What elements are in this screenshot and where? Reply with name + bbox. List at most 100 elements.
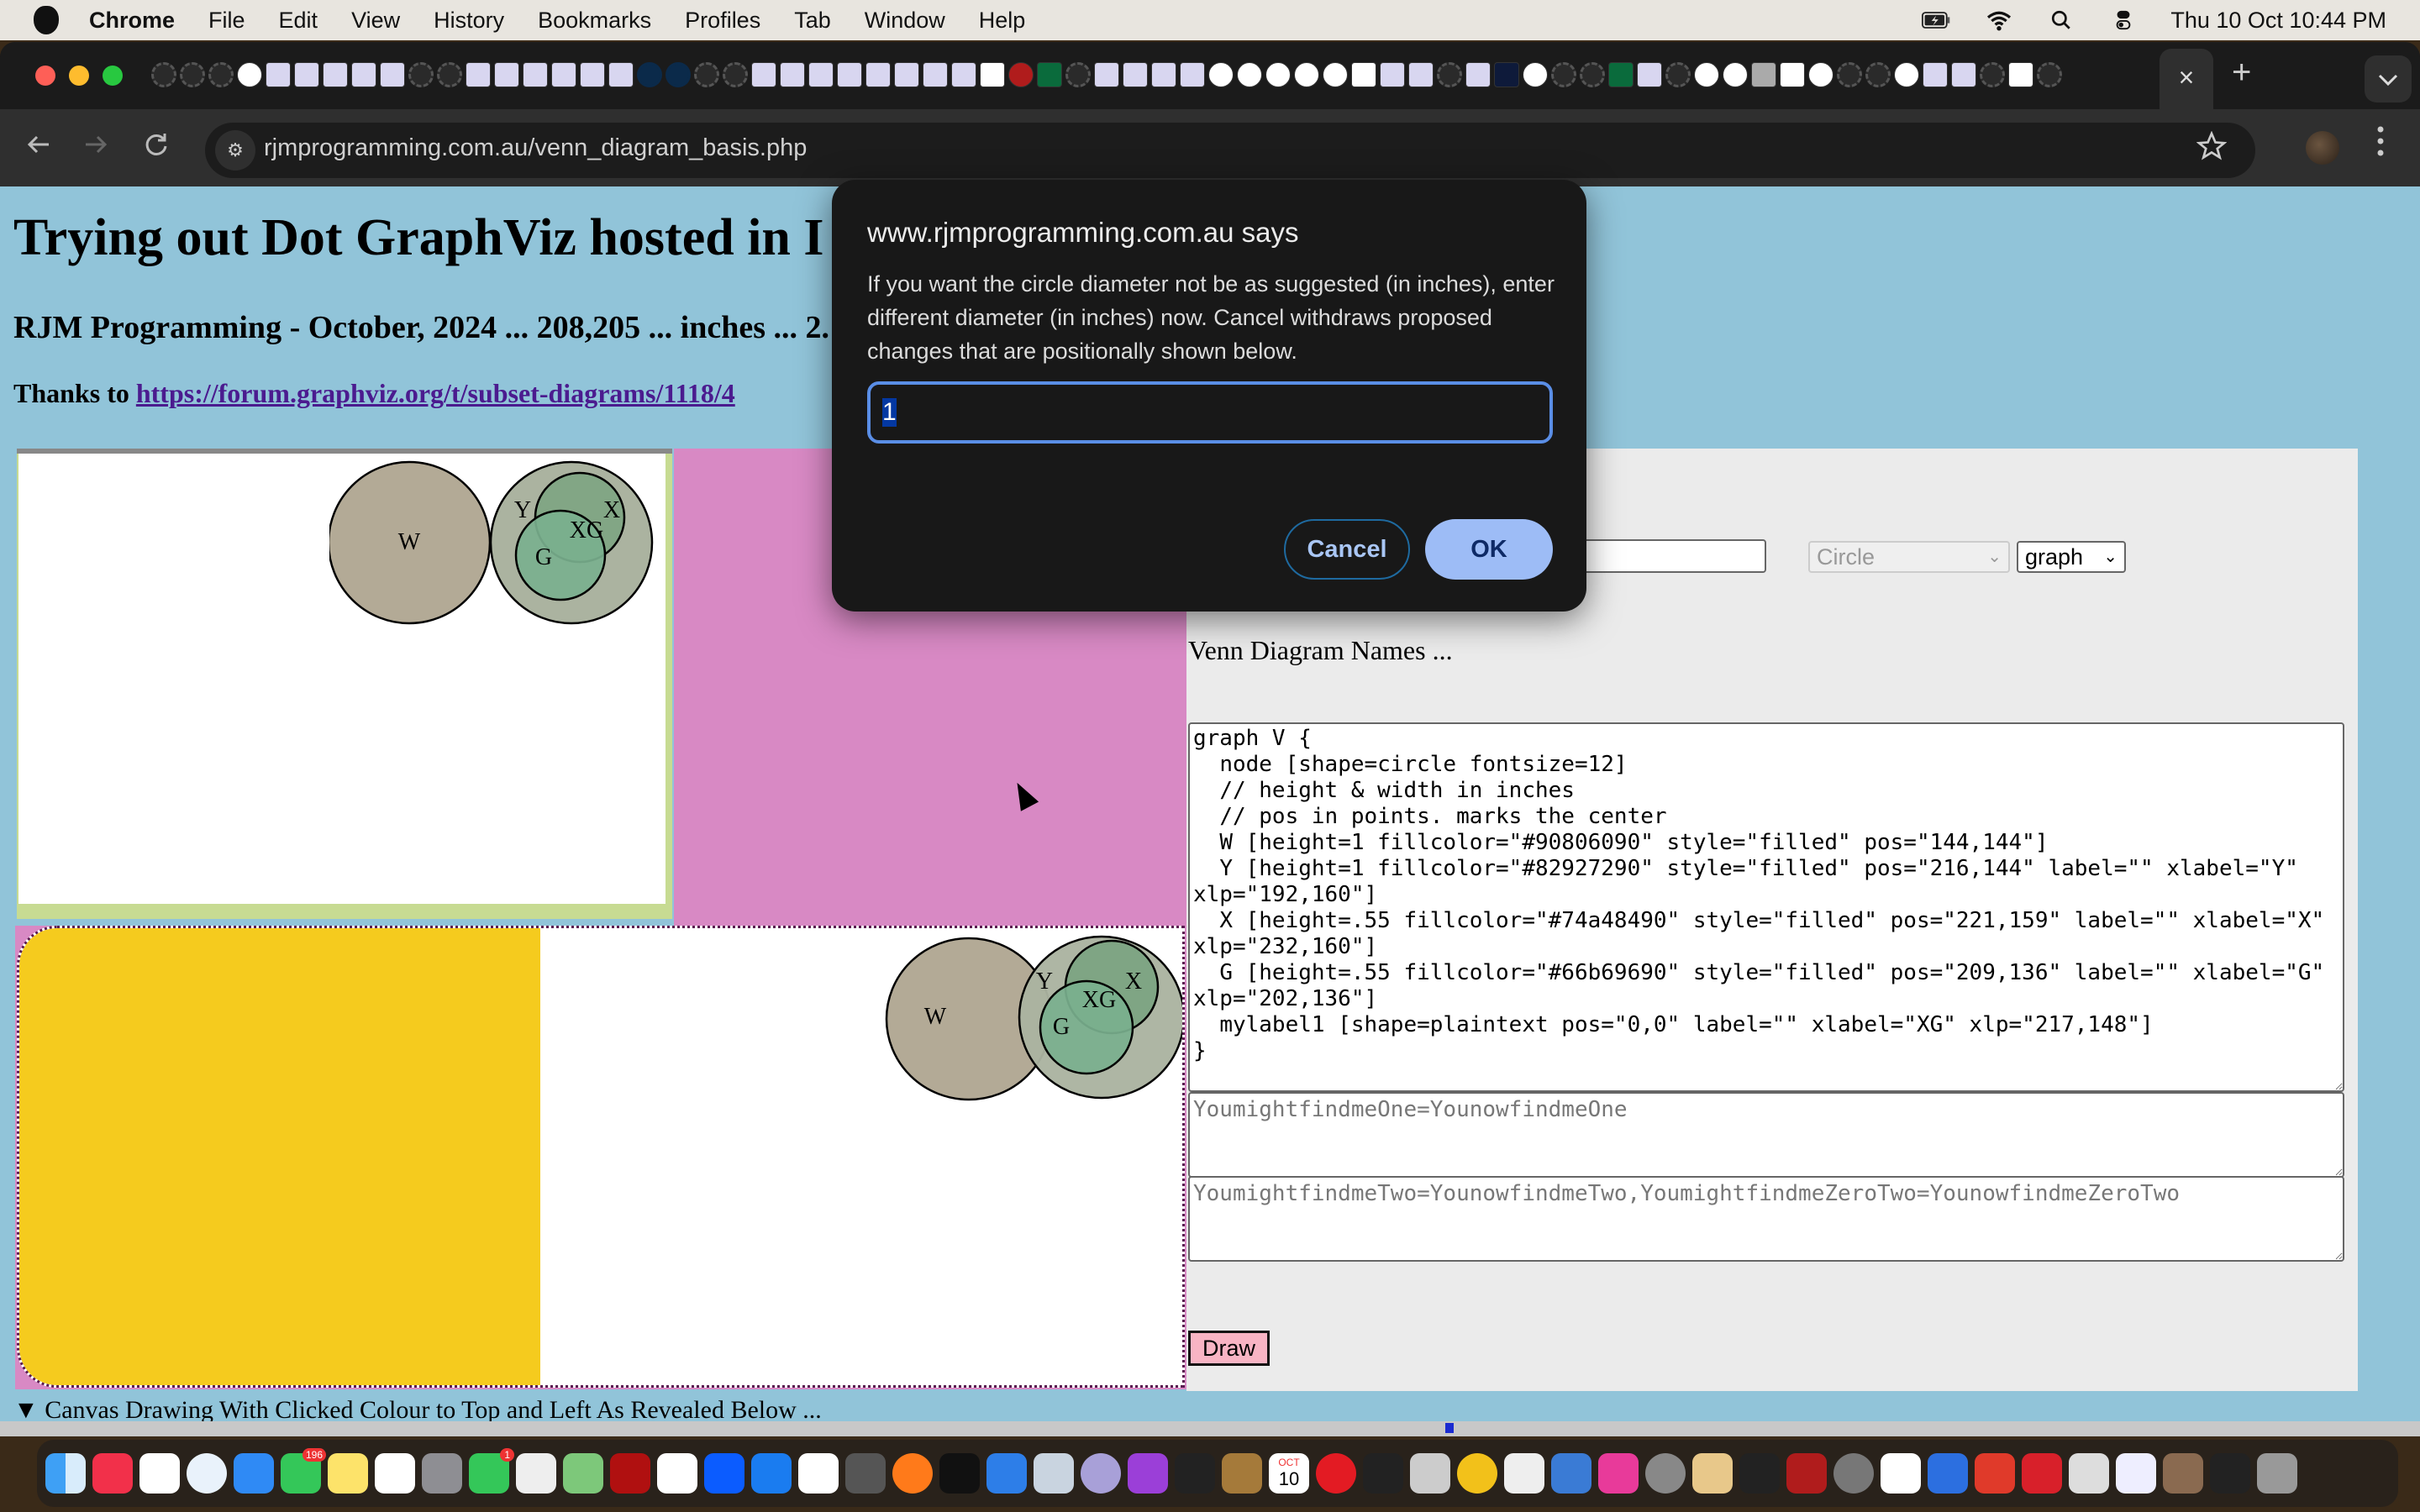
gimp-icon[interactable] <box>845 1453 886 1494</box>
tab-favicon-w3schools[interactable] <box>1608 62 1634 87</box>
tab-favicon[interactable] <box>1751 62 1776 87</box>
tab-favicon[interactable] <box>1094 62 1119 87</box>
tab-favicon[interactable] <box>551 62 576 87</box>
close-window-button[interactable] <box>35 66 55 86</box>
tab-favicon[interactable] <box>380 62 405 87</box>
menu-bookmarks[interactable]: Bookmarks <box>538 8 651 34</box>
replacements-one-textarea[interactable] <box>1188 1092 2344 1178</box>
tab-favicon-google[interactable] <box>1294 62 1319 87</box>
more-menu-icon[interactable] <box>2376 124 2385 158</box>
calendar-icon[interactable]: OCT 10 <box>1269 1453 1309 1494</box>
graphviz-forum-link[interactable]: https://forum.graphviz.org/t/subset-diag… <box>136 378 735 408</box>
tab-favicon[interactable] <box>637 62 662 87</box>
tab-favicon[interactable] <box>666 62 691 87</box>
reload-icon[interactable] <box>141 129 171 160</box>
zoom-window-button[interactable] <box>103 66 123 86</box>
recent-window-icon[interactable] <box>2116 1453 2156 1494</box>
tab-favicon[interactable] <box>1837 62 1862 87</box>
terminal-exec-icon[interactable] <box>1739 1453 1780 1494</box>
freeform-icon[interactable] <box>375 1453 415 1494</box>
tab-favicon[interactable] <box>466 62 491 87</box>
notes-icon[interactable] <box>328 1453 368 1494</box>
maps-icon[interactable] <box>563 1453 603 1494</box>
ok-button[interactable]: OK <box>1425 519 1553 580</box>
menu-view[interactable]: View <box>351 8 400 34</box>
replacements-two-textarea[interactable] <box>1188 1176 2344 1262</box>
podcasts-icon[interactable] <box>1128 1453 1168 1494</box>
tab-favicon[interactable] <box>351 62 376 87</box>
site-settings-icon[interactable]: ⚙ <box>215 130 255 171</box>
tab-favicon[interactable] <box>1380 62 1405 87</box>
tab-favicon[interactable] <box>523 62 548 87</box>
active-tab-close-button[interactable]: × <box>2160 49 2213 109</box>
tab-favicon[interactable] <box>837 62 862 87</box>
profile-avatar[interactable] <box>2306 131 2339 165</box>
tab-favicon[interactable] <box>780 62 805 87</box>
tab-favicon[interactable] <box>1465 62 1491 87</box>
menu-history[interactable]: History <box>434 8 504 34</box>
battery-charging-icon[interactable] <box>1922 9 1952 31</box>
tab-favicon[interactable] <box>1665 62 1691 87</box>
downloads-stack-icon[interactable] <box>2069 1453 2109 1494</box>
tab-favicon[interactable] <box>1494 62 1519 87</box>
tools-icon[interactable] <box>1928 1453 1968 1494</box>
dot-code-textarea[interactable] <box>1188 722 2344 1092</box>
menu-file[interactable]: File <box>208 8 245 34</box>
recent-window-icon[interactable] <box>2163 1453 2203 1494</box>
tab-favicon[interactable] <box>1437 62 1462 87</box>
tab-favicon[interactable] <box>980 62 1005 87</box>
inkscape-icon[interactable] <box>1881 1453 1921 1494</box>
system-settings-icon[interactable] <box>1645 1453 1686 1494</box>
paint-icon[interactable] <box>1692 1453 1733 1494</box>
intellij-icon[interactable] <box>1598 1453 1639 1494</box>
calculator-icon[interactable] <box>1410 1453 1450 1494</box>
new-tab-button[interactable]: + <box>2232 54 2251 92</box>
venn-diagram-canvas[interactable]: W Y X XG G <box>885 935 1185 1103</box>
finder-icon[interactable] <box>45 1453 86 1494</box>
tab-favicon-google[interactable] <box>1323 62 1348 87</box>
tab-favicon[interactable] <box>580 62 605 87</box>
menu-app-chrome[interactable]: Chrome <box>89 8 175 34</box>
tab-favicon-google[interactable] <box>1723 62 1748 87</box>
xcode-icon[interactable] <box>986 1453 1027 1494</box>
minimize-window-button[interactable] <box>69 66 89 86</box>
tab-favicon-wikipedia[interactable] <box>1808 62 1833 87</box>
zoom-icon[interactable] <box>704 1453 744 1494</box>
tab-favicon[interactable] <box>1951 62 1976 87</box>
bookmark-star-icon[interactable] <box>2196 131 2227 161</box>
opera-icon[interactable] <box>1316 1453 1356 1494</box>
mamp-icon[interactable] <box>1833 1453 1874 1494</box>
tab-favicon[interactable] <box>1351 62 1376 87</box>
url-text[interactable]: rjmprogramming.com.au/venn_diagram_basis… <box>264 134 807 162</box>
firefox-icon[interactable] <box>892 1453 933 1494</box>
menu-window[interactable]: Window <box>865 8 945 34</box>
photo-booth-icon[interactable] <box>2022 1453 2062 1494</box>
mail-icon[interactable] <box>234 1453 274 1494</box>
tab-favicon[interactable] <box>437 62 462 87</box>
tab-favicon[interactable] <box>266 62 291 87</box>
tab-favicon-quora[interactable] <box>1008 62 1034 87</box>
tab-favicon[interactable] <box>323 62 348 87</box>
document-icon[interactable] <box>1504 1453 1544 1494</box>
tab-favicon[interactable] <box>1551 62 1576 87</box>
tab-favicon[interactable] <box>1123 62 1148 87</box>
back-arrow-icon[interactable] <box>24 129 54 160</box>
triangle-app-icon[interactable] <box>1786 1453 1827 1494</box>
bbedit-icon[interactable] <box>1081 1453 1121 1494</box>
reminders-icon[interactable] <box>139 1453 180 1494</box>
news-icon[interactable] <box>657 1453 697 1494</box>
control-center-icon[interactable] <box>2108 9 2139 31</box>
draw-button[interactable]: Draw <box>1188 1331 1270 1366</box>
tab-favicon[interactable] <box>1980 62 2005 87</box>
wifi-icon[interactable] <box>1984 9 2014 31</box>
tab-favicon[interactable] <box>2037 62 2062 87</box>
shape-select[interactable]: Circle ⌄ <box>1808 541 2010 573</box>
tab-favicon[interactable] <box>608 62 634 87</box>
tab-favicon[interactable] <box>923 62 948 87</box>
cancel-button[interactable]: Cancel <box>1284 519 1410 580</box>
tab-favicon-google[interactable] <box>1265 62 1291 87</box>
diameter-input[interactable] <box>867 381 1553 444</box>
tab-favicon[interactable] <box>723 62 748 87</box>
tab-favicon[interactable] <box>1865 62 1891 87</box>
terminal-icon[interactable] <box>1363 1453 1403 1494</box>
